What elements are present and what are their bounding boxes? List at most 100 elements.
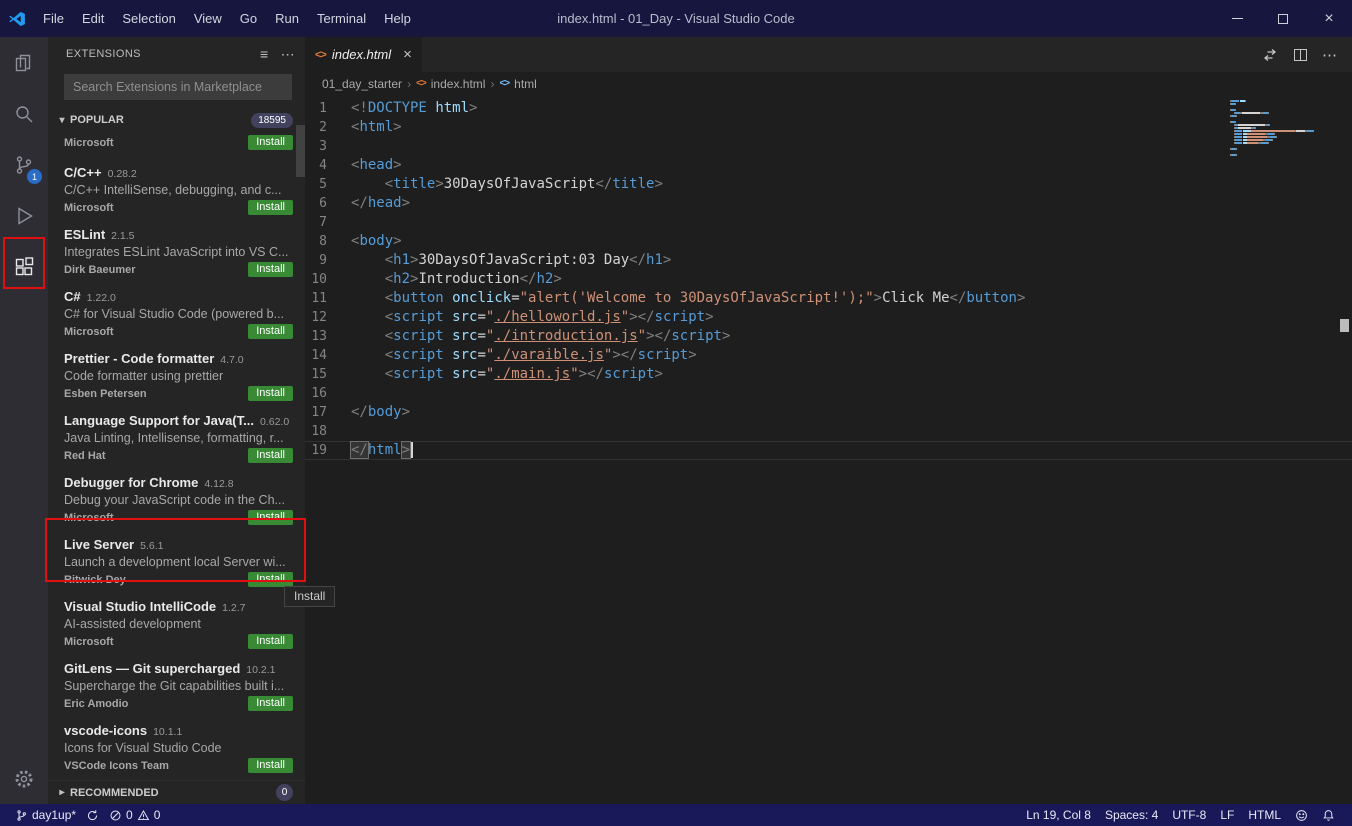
code-line[interactable]: 4<head> — [305, 156, 1352, 175]
warning-icon — [137, 809, 150, 822]
extension-item[interactable]: Prettier - Code formatter4.7.0Code forma… — [48, 343, 305, 405]
sidebar-item-extensions[interactable] — [0, 241, 48, 292]
menu-help[interactable]: Help — [375, 0, 420, 37]
breadcrumb-symbol[interactable]: html — [514, 77, 537, 91]
install-button[interactable]: Install — [248, 758, 293, 773]
extension-version: 5.6.1 — [140, 540, 163, 552]
extension-item[interactable]: C#1.22.0C# for Visual Studio Code (power… — [48, 281, 305, 343]
maximize-button[interactable] — [1260, 0, 1306, 37]
breadcrumb-folder[interactable]: 01_day_starter — [322, 77, 402, 91]
menu-edit[interactable]: Edit — [73, 0, 113, 37]
recommended-section-header[interactable]: ▸ RECOMMENDED 0 — [48, 780, 305, 804]
code-content: <html> — [351, 118, 402, 137]
code-line[interactable]: 17</body> — [305, 403, 1352, 422]
code-content: </body> — [351, 403, 410, 422]
code-line[interactable]: 5 <title>30DaysOfJavaScript</title> — [305, 175, 1352, 194]
menu-selection[interactable]: Selection — [113, 0, 184, 37]
code-line[interactable]: 15 <script src="./main.js"></script> — [305, 365, 1352, 384]
menu-run[interactable]: Run — [266, 0, 308, 37]
editor-more-actions-icon[interactable]: ⋯ — [1316, 41, 1344, 69]
install-button[interactable]: Install — [248, 200, 293, 215]
extension-item[interactable]: Visual Studio IntelliCode1.2.7AI-assiste… — [48, 591, 305, 653]
filter-icon[interactable]: ≡ — [260, 46, 269, 63]
line-number: 10 — [305, 270, 351, 289]
cursor-position-status[interactable]: Ln 19, Col 8 — [1019, 804, 1098, 826]
extension-version: 10.2.1 — [246, 664, 275, 676]
extension-item[interactable]: Chinese (Simplified) Langua...1.46.0 — [48, 777, 305, 780]
symbol-element-icon: <> — [499, 78, 509, 89]
extension-item[interactable]: Live Server5.6.1Launch a development loc… — [48, 529, 305, 591]
menu-terminal[interactable]: Terminal — [308, 0, 375, 37]
menu-view[interactable]: View — [185, 0, 231, 37]
install-button[interactable]: Install — [248, 510, 293, 525]
extension-footer-row: Ritwick DeyInstall — [64, 572, 293, 587]
language-mode-status[interactable]: HTML — [1241, 804, 1288, 826]
code-line[interactable]: 6</head> — [305, 194, 1352, 213]
code-line[interactable]: 18 — [305, 422, 1352, 441]
sidebar-item-explorer[interactable] — [0, 37, 48, 88]
minimize-button[interactable] — [1214, 0, 1260, 37]
code-line[interactable]: 2<html> — [305, 118, 1352, 137]
problems-status[interactable]: 0 0 — [104, 804, 165, 826]
tab-index-html[interactable]: <> index.html × — [305, 37, 422, 72]
install-button[interactable]: Install — [248, 448, 293, 463]
minimap[interactable] — [1230, 100, 1336, 157]
eol-status[interactable]: LF — [1213, 804, 1241, 826]
code-editor[interactable]: 1<!DOCTYPE html>2<html>34<head>5 <title>… — [305, 95, 1352, 804]
more-actions-icon[interactable]: ⋯ — [281, 46, 295, 63]
install-button[interactable]: Install — [248, 324, 293, 339]
code-line[interactable]: 16 — [305, 384, 1352, 403]
code-line[interactable]: 11 <button onclick="alert('Welcome to 30… — [305, 289, 1352, 308]
code-line[interactable]: 9 <h1>30DaysOfJavaScript:03 Day</h1> — [305, 251, 1352, 270]
sidebar-item-run-debug[interactable] — [0, 190, 48, 241]
extension-item[interactable]: Language Support for Java(T...0.62.0Java… — [48, 405, 305, 467]
encoding-status[interactable]: UTF-8 — [1165, 804, 1213, 826]
tab-close-icon[interactable]: × — [403, 47, 412, 62]
extension-item[interactable]: MicrosoftInstall — [48, 135, 305, 157]
code-line[interactable]: 7 — [305, 213, 1352, 232]
search-extensions-input[interactable] — [64, 74, 292, 100]
sidebar-item-source-control[interactable]: 1 — [0, 139, 48, 190]
extension-item[interactable]: GitLens — Git supercharged10.2.1Supercha… — [48, 653, 305, 715]
code-line[interactable]: 1<!DOCTYPE html> — [305, 99, 1352, 118]
code-line[interactable]: 10 <h2>Introduction</h2> — [305, 270, 1352, 289]
status-bar: day1up* 0 0 Ln 19, Col 8 Spaces: 4 UTF-8… — [0, 804, 1352, 826]
breadcrumb-file[interactable]: index.html — [431, 77, 486, 91]
run-debug-icon — [12, 204, 36, 228]
code-line[interactable]: 8<body> — [305, 232, 1352, 251]
code-line[interactable]: 3 — [305, 137, 1352, 156]
code-line[interactable]: 12 <script src="./helloworld.js"></scrip… — [305, 308, 1352, 327]
close-button[interactable]: × — [1306, 0, 1352, 37]
branch-icon — [15, 809, 28, 822]
notifications-button[interactable] — [1315, 804, 1342, 826]
compare-changes-icon[interactable] — [1256, 41, 1284, 69]
git-branch-status[interactable]: day1up* — [10, 804, 81, 826]
feedback-button[interactable] — [1288, 804, 1315, 826]
extension-item[interactable]: Debugger for Chrome4.12.8Debug your Java… — [48, 467, 305, 529]
split-editor-icon[interactable] — [1286, 41, 1314, 69]
popular-section-header[interactable]: ▾ POPULAR 18595 — [48, 108, 305, 132]
sidebar-scrollbar[interactable] — [296, 125, 305, 177]
extension-item[interactable]: vscode-icons10.1.1Icons for Visual Studi… — [48, 715, 305, 777]
install-button[interactable]: Install — [248, 634, 293, 649]
extension-item[interactable]: ESLint2.1.5Integrates ESLint JavaScript … — [48, 219, 305, 281]
code-line[interactable]: 13 <script src="./introduction.js"></scr… — [305, 327, 1352, 346]
files-icon — [12, 51, 36, 75]
manage-button[interactable] — [0, 753, 48, 804]
menu-go[interactable]: Go — [231, 0, 266, 37]
install-button[interactable]: Install — [248, 386, 293, 401]
extension-item[interactable]: C/C++0.28.2C/C++ IntelliSense, debugging… — [48, 157, 305, 219]
sync-status[interactable] — [81, 804, 104, 826]
install-button[interactable]: Install — [248, 135, 293, 150]
overview-ruler[interactable] — [1338, 95, 1352, 804]
install-button[interactable]: Install — [248, 262, 293, 277]
install-button[interactable]: Install — [248, 572, 293, 587]
extension-title-row: Language Support for Java(T...0.62.0 — [64, 413, 293, 428]
code-line[interactable]: 14 <script src="./varaible.js"></script> — [305, 346, 1352, 365]
sidebar-item-search[interactable] — [0, 88, 48, 139]
code-line[interactable]: 19</html> — [305, 441, 1352, 460]
menu-file[interactable]: File — [34, 0, 73, 37]
indentation-status[interactable]: Spaces: 4 — [1098, 804, 1165, 826]
install-button[interactable]: Install — [248, 696, 293, 711]
line-number: 19 — [305, 441, 351, 460]
